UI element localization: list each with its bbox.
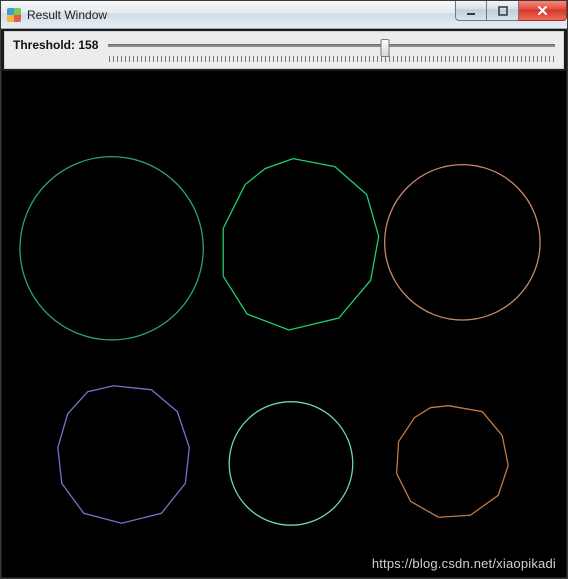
- close-button[interactable]: [519, 1, 567, 21]
- contour-bottom-left: [58, 386, 190, 523]
- contour-bottom-middle: [229, 402, 353, 526]
- contour-top-middle: [223, 159, 378, 330]
- contour-top-right: [385, 165, 540, 320]
- window-frame: Result Window Threshold: 1: [0, 0, 568, 579]
- maximize-icon: [498, 6, 508, 16]
- window-title: Result Window: [27, 8, 455, 22]
- trackbar-panel: Threshold: 158: [4, 31, 564, 69]
- contour-bottom-right: [397, 406, 509, 518]
- minimize-icon: [466, 6, 476, 16]
- close-icon: [537, 5, 548, 16]
- threshold-ticks: [109, 56, 555, 62]
- threshold-trackbar[interactable]: Threshold: 158: [13, 36, 555, 54]
- threshold-label: Threshold: 158: [13, 38, 98, 52]
- threshold-value: 158: [78, 38, 98, 52]
- threshold-slider-track[interactable]: [108, 38, 555, 52]
- app-icon: [7, 8, 21, 22]
- threshold-slider-thumb[interactable]: [381, 39, 390, 57]
- contour-svg: [2, 71, 566, 577]
- window-controls: [455, 1, 567, 21]
- contour-top-left: [20, 157, 203, 340]
- maximize-button[interactable]: [487, 1, 519, 21]
- result-canvas: https://blog.csdn.net/xiaopikadi: [2, 71, 566, 577]
- minimize-button[interactable]: [455, 1, 487, 21]
- titlebar[interactable]: Result Window: [1, 1, 567, 29]
